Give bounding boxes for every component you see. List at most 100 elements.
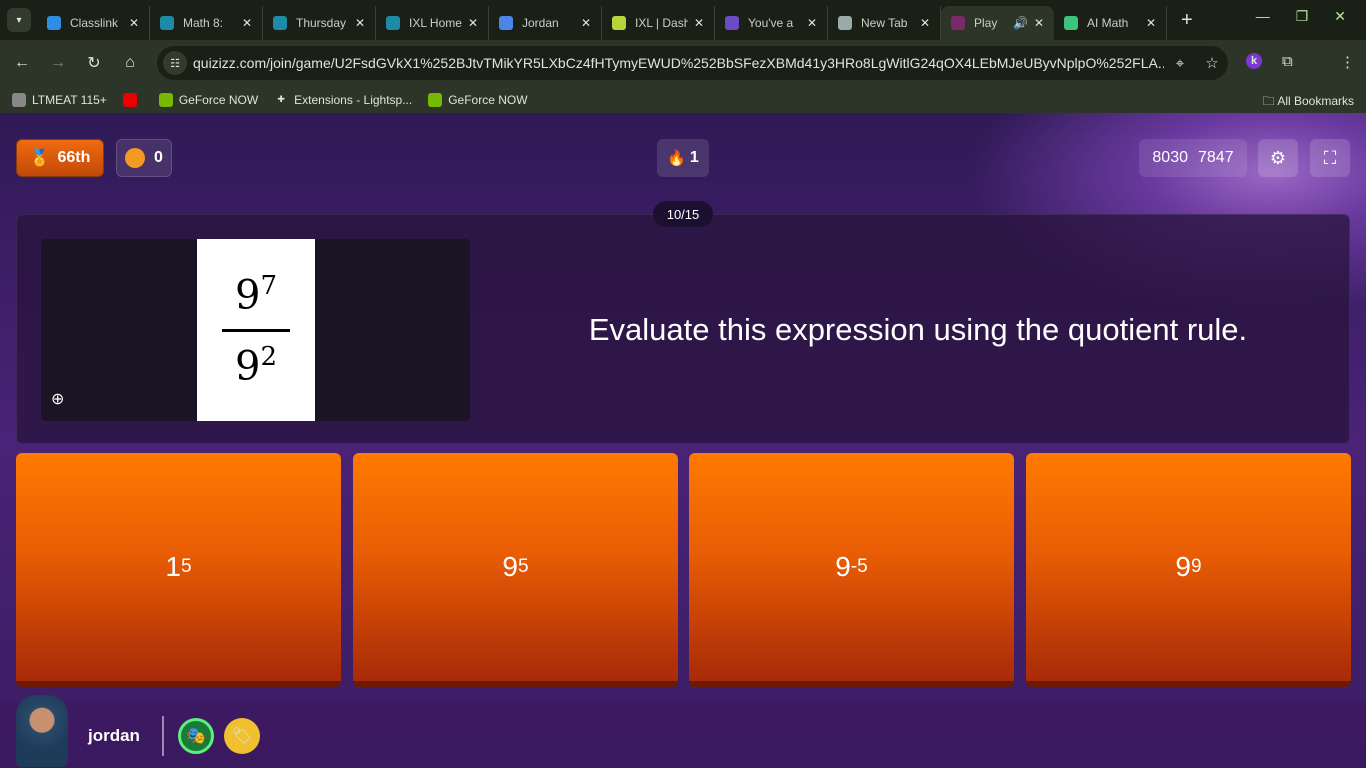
zoom-in-icon[interactable]: ⊕ <box>51 389 64 409</box>
question-text: Evaluate this expression using the quoti… <box>588 312 1248 347</box>
all-bookmarks-button[interactable]: 🗀 All Bookmarks <box>1263 92 1354 113</box>
classlink-icon <box>47 16 61 30</box>
tab-peardeck[interactable]: Thursday ✕ <box>263 6 376 40</box>
forward-button[interactable]: → <box>40 54 76 72</box>
tab-compass[interactable]: AI Math ✕ <box>1054 6 1167 40</box>
gear-icon: ⚙ <box>1269 147 1287 168</box>
audio-icon[interactable]: 🔊 <box>1013 16 1028 30</box>
profile-extension-icon[interactable]: k <box>1246 53 1262 69</box>
question-card: 97 92 ⊕ Evaluate this expression using t… <box>16 214 1350 444</box>
tab-docs[interactable]: Jordan ✕ <box>489 6 602 40</box>
option-exponent: 5 <box>181 556 192 577</box>
forms-icon <box>725 16 739 30</box>
bookmark-label: GeForce NOW <box>448 92 528 107</box>
option-exponent: -5 <box>850 556 868 577</box>
option-exponent: 9 <box>1191 556 1202 577</box>
answer-option-4[interactable]: 99 <box>1026 453 1351 687</box>
rank-badge[interactable]: 🏅 66th <box>16 139 104 177</box>
tab-title: Jordan <box>522 16 559 30</box>
url-text[interactable]: quizizz.com/join/game/U2FsdGVkX1%252BJtv… <box>193 55 1164 71</box>
tab-bar: ▾ Classlink ✕ Math 8: ✕ Thursday ✕ IXL Home ✕ Jo… <box>0 0 1366 40</box>
tab-peardeck[interactable]: IXL Home ✕ <box>376 6 489 40</box>
answer-option-2[interactable]: 95 <box>353 453 678 687</box>
tab-classlink[interactable]: Classlink ✕ <box>37 6 150 40</box>
flame-icon: 🔥 <box>667 150 686 167</box>
ixl-icon <box>612 16 626 30</box>
option-base: 9 <box>835 551 851 582</box>
streak-value: 1 <box>689 149 699 166</box>
site-info-icon[interactable]: ☷ <box>163 51 187 75</box>
close-tab-icon[interactable]: ✕ <box>1146 16 1156 30</box>
youtube-icon <box>122 92 137 107</box>
player-footer: jordan 🎭 🏷 <box>0 694 1366 768</box>
docs-icon <box>499 16 513 30</box>
back-button[interactable]: ← <box>4 54 40 72</box>
home-button[interactable]: ⌂ <box>112 54 148 72</box>
close-tab-icon[interactable]: ✕ <box>129 16 139 30</box>
close-tab-icon[interactable]: ✕ <box>920 16 930 30</box>
close-tab-icon[interactable]: ✕ <box>581 16 591 30</box>
denominator-base: 9 <box>235 342 261 389</box>
minimize-button[interactable]: — <box>1256 8 1270 25</box>
settings-button[interactable]: ⚙ <box>1258 139 1298 177</box>
tab-chrome[interactable]: New Tab ✕ <box>828 6 941 40</box>
bookmark-item[interactable]: GeForce NOW <box>158 92 258 107</box>
answer-option-1[interactable]: 15 <box>16 453 341 687</box>
tab-ixl[interactable]: IXL | Dash ✕ <box>602 6 715 40</box>
tab-title: IXL | Dash <box>635 16 688 30</box>
peardeck-icon <box>273 16 287 30</box>
all-bookmarks-label: All Bookmarks <box>1277 94 1354 108</box>
menu-icon[interactable]: ⋮ <box>1340 53 1355 71</box>
quizizz-icon <box>951 16 965 30</box>
tab-title: Play <box>974 16 998 30</box>
powerup-mask-icon[interactable]: 🎭 <box>177 717 214 754</box>
close-tab-icon[interactable]: ✕ <box>468 16 478 30</box>
streak-badge: 🔥 1 <box>657 139 709 177</box>
bookmark-star-icon[interactable]: ☆ <box>1196 54 1228 72</box>
option-exponent: 5 <box>518 556 529 577</box>
location-icon[interactable]: ⌖ <box>1164 55 1196 72</box>
close-tab-icon[interactable]: ✕ <box>355 16 365 30</box>
username: jordan <box>88 725 140 745</box>
close-tab-icon[interactable]: ✕ <box>242 16 252 30</box>
numerator-exponent: 7 <box>260 271 277 302</box>
close-tab-icon[interactable]: ✕ <box>694 16 704 30</box>
extensions-icon[interactable]: ⧉ <box>1282 53 1293 70</box>
address-bar[interactable]: ☷ quizizz.com/join/game/U2FsdGVkX1%252BJ… <box>157 46 1228 80</box>
expression-image: 97 92 <box>197 239 315 421</box>
option-base: 9 <box>1175 551 1191 582</box>
bookmark-label: LTMEAT 115+ <box>32 92 107 107</box>
tab-forms[interactable]: You've a ✕ <box>715 6 828 40</box>
tab-title: Thursday <box>296 16 347 30</box>
bookmark-item[interactable]: ✚ Extensions - Lightsp... <box>274 93 412 107</box>
score-a: 8030 <box>1152 149 1188 166</box>
score-b: 7847 <box>1198 149 1234 166</box>
fraction-bar <box>222 328 290 332</box>
tab-quizizz[interactable]: Play 🔊 ✕ <box>941 6 1054 40</box>
fullscreen-button[interactable]: ⛶ <box>1310 139 1350 177</box>
bookmark-item[interactable] <box>122 92 143 107</box>
close-tab-icon[interactable]: ✕ <box>1034 16 1044 30</box>
tab-search-button[interactable]: ▾ <box>7 8 31 32</box>
chrome-icon <box>838 16 852 30</box>
avatar <box>16 694 68 767</box>
tab-title: Math 8: <box>183 16 224 30</box>
numerator-base: 9 <box>235 272 261 319</box>
tab-peardeck[interactable]: Math 8: ✕ <box>150 6 263 40</box>
coins-value: 0 <box>154 149 163 166</box>
bookmark-item[interactable]: LTMEAT 115+ <box>12 92 107 107</box>
close-tab-icon[interactable]: ✕ <box>807 16 817 30</box>
tab-title: IXL Home <box>409 16 462 30</box>
medal-icon: 🏅 <box>29 150 50 167</box>
tab-title: New Tab <box>861 16 908 30</box>
question-media[interactable]: 97 92 ⊕ <box>41 239 470 421</box>
bookmark-item[interactable]: GeForce NOW <box>428 92 528 107</box>
answer-option-3[interactable]: 9 -5 <box>689 453 1014 687</box>
close-window-button[interactable]: ✕ <box>1334 8 1346 25</box>
new-tab-button[interactable]: + <box>1181 9 1193 32</box>
restore-button[interactable]: ❐ <box>1296 8 1309 25</box>
reload-button[interactable]: ↻ <box>76 53 112 73</box>
bookmark-label: Extensions - Lightsp... <box>294 92 413 107</box>
tab-title: You've a <box>748 16 794 30</box>
powerup-tag-icon[interactable]: 🏷 <box>223 717 260 754</box>
